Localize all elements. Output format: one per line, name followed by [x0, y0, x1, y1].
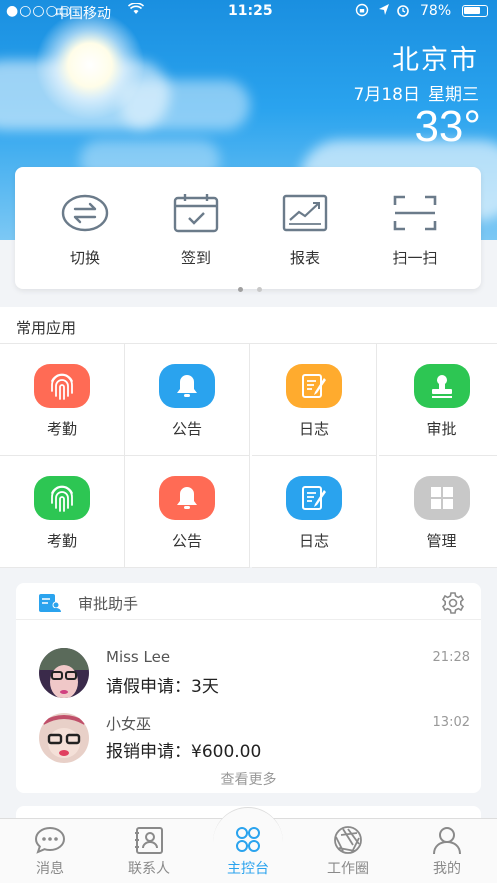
tab-work-circle[interactable]: 工作圈 [308, 825, 388, 878]
approval-message[interactable]: 小女巫 报销申请：¥600.00 13:02 [16, 713, 481, 777]
calendar-check-icon [173, 194, 219, 233]
settings-gear-icon[interactable] [441, 591, 465, 619]
location-arrow-icon [378, 3, 390, 21]
tab-bar: 消息 联系人 主控台 工作圈 我的 [0, 807, 497, 883]
report-chart-icon [282, 194, 328, 232]
message-text: 报销申请：¥600.00 [106, 742, 262, 762]
wifi-icon [127, 2, 145, 19]
battery-percent: 78% [420, 3, 452, 19]
apps-grid: 考勤 公告 日志 审批 考勤 公告 日志 管理 [0, 343, 497, 568]
message-text: 请假申请：3天 [106, 677, 219, 697]
app-attendance-2[interactable]: 考勤 [0, 456, 125, 568]
app-label: 公告 [171, 532, 202, 550]
rotation-lock-icon [355, 3, 369, 21]
app-manage[interactable]: 管理 [379, 456, 497, 568]
carrier-name: 中国移动 [55, 6, 111, 22]
quick-action-checkin[interactable]: 签到 [151, 193, 241, 268]
avatar [39, 648, 89, 698]
alarm-icon [396, 3, 410, 21]
date-text: 7月18日 [353, 85, 420, 105]
app-label: 公告 [171, 420, 202, 438]
battery-icon [462, 5, 488, 17]
sender-name: Miss Lee [106, 648, 171, 666]
app-label: 日志 [298, 532, 329, 550]
switch-icon [61, 194, 109, 232]
app-icon [286, 364, 342, 408]
user-icon [433, 827, 461, 855]
app-journal[interactable]: 日志 [252, 344, 377, 456]
stamp-icon [431, 375, 452, 398]
quick-action-label: 切换 [69, 249, 100, 267]
app-label: 管理 [426, 532, 457, 550]
bell-icon [177, 487, 197, 509]
common-apps-section: 常用应用 考勤 公告 日志 审批 考勤 公告 日志 管理 [0, 307, 497, 568]
app-journal-2[interactable]: 日志 [252, 456, 377, 568]
app-icon [286, 476, 342, 520]
assistant-header: 审批助手 [16, 583, 481, 620]
quick-action-scan[interactable]: 扫一扫 [370, 193, 460, 268]
temperature: 33° [414, 102, 481, 151]
app-icon [159, 364, 215, 408]
app-approval[interactable]: 审批 [379, 344, 497, 456]
quick-action-switch[interactable]: 切换 [40, 193, 130, 268]
app-icon [34, 364, 90, 408]
app-icon [34, 476, 90, 520]
tab-label: 我的 [433, 861, 461, 877]
status-bar: ●○○○○ 中国移动 11:25 78% [0, 0, 497, 22]
quick-actions-card: 切换 签到 报表 扫一扫 [15, 167, 481, 292]
message-time: 21:28 [432, 650, 470, 665]
quick-action-label: 报表 [289, 249, 320, 267]
app-icon [413, 364, 470, 408]
tab-messages[interactable]: 消息 [10, 825, 90, 878]
dashboard-icon [236, 827, 260, 852]
grid-icon [430, 487, 453, 509]
app-label: 考勤 [46, 532, 77, 550]
clock-time: 11:25 [228, 3, 273, 19]
quick-action-label: 扫一扫 [392, 249, 438, 267]
fingerprint-icon [51, 373, 73, 400]
approval-message[interactable]: Miss Lee 请假申请：3天 21:28 [16, 648, 481, 712]
avatar [39, 713, 89, 763]
tab-label: 消息 [36, 861, 64, 877]
aperture-icon [334, 826, 362, 854]
scan-icon [393, 195, 437, 231]
bell-icon [177, 375, 197, 397]
tab-label: 工作圈 [327, 861, 369, 877]
view-more-link[interactable]: 查看更多 [16, 769, 481, 789]
app-notice[interactable]: 公告 [125, 344, 250, 456]
app-icon [159, 476, 215, 520]
sender-name: 小女巫 [106, 715, 152, 733]
app-label: 日志 [298, 420, 329, 438]
message-time: 13:02 [432, 715, 470, 730]
tab-contacts[interactable]: 联系人 [109, 825, 189, 878]
quick-action-report[interactable]: 报表 [260, 193, 350, 268]
city-name: 北京市 [392, 45, 479, 76]
page-indicator [238, 277, 276, 296]
app-label: 考勤 [46, 420, 77, 438]
notepad-icon [302, 486, 326, 510]
fingerprint-icon [51, 485, 73, 512]
notepad-icon [302, 374, 326, 398]
chat-bubble-icon [34, 826, 66, 854]
tab-label: 主控台 [227, 861, 269, 877]
quick-action-label: 签到 [180, 249, 211, 267]
section-title: 常用应用 [16, 319, 77, 337]
tab-profile[interactable]: 我的 [407, 825, 487, 878]
assistant-title: 审批助手 [78, 595, 139, 613]
app-label: 审批 [426, 420, 457, 438]
assistant-doc-icon [38, 593, 62, 617]
sun-icon [35, 10, 145, 120]
approval-assistant-card: 审批助手 Miss Lee 请假申请：3天 21:28 小女巫 报销申请：¥60… [16, 583, 481, 793]
app-attendance[interactable]: 考勤 [0, 344, 125, 456]
tab-label: 联系人 [128, 861, 170, 877]
contact-card-icon [135, 827, 163, 854]
app-notice-2[interactable]: 公告 [125, 456, 250, 568]
app-icon [413, 476, 470, 520]
tab-dashboard[interactable]: 主控台 [208, 825, 288, 878]
